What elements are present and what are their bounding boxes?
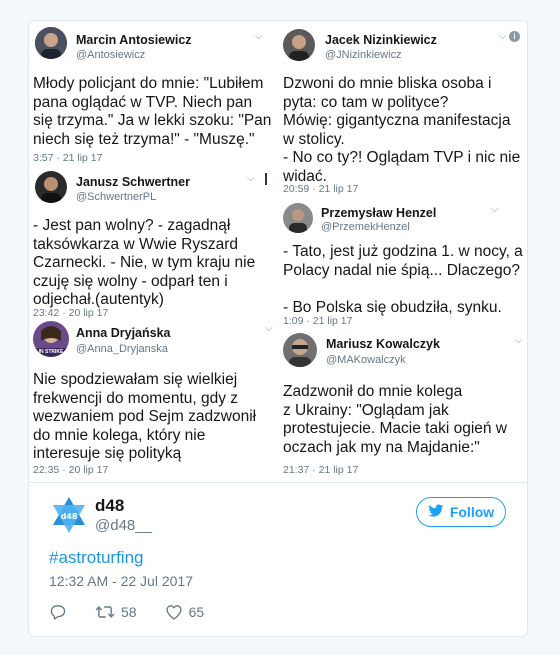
chevron-down-icon: ⌵ [255,31,263,42]
retweet-icon [95,604,115,620]
tweet-text: Nie spodziewałam się wielkiej frekwencji… [33,371,257,462]
tweet-time: 1:09 · 21 lip 17 [283,315,353,327]
chevron-down-icon: ⌵ [515,335,523,346]
author-handle: @Anna_Dryjanska [76,343,168,355]
tweet-text: - Jest pan wolny? - zagadnął taksówkarza… [33,217,256,308]
avatar [283,333,317,367]
column-separator [265,173,267,185]
tweet-text: - Tato, jest już godzina 1. w nocy, a Po… [283,243,523,316]
tweet-time: 21:37 · 21 lip 17 [283,464,359,476]
like-count: 65 [188,604,205,620]
reply-button[interactable] [49,604,67,620]
tweet-actions: 58 65 [49,601,232,623]
avatar [283,203,313,233]
tweet-time: 23:42 · 20 lip 17 [33,307,109,319]
author-name: Janusz Schwertner [76,175,190,189]
like-button[interactable]: 65 [165,604,205,620]
chevron-down-icon: ⌵ [265,323,273,334]
tweet-time: 20:59 · 21 lip 17 [283,183,359,195]
hashtag-link[interactable]: #astroturfing [49,548,144,568]
author-name: Jacek Nizinkiewicz [325,33,437,47]
author-handle: @JNizinkiewicz [325,49,402,61]
tweet-image-collage[interactable]: Marcin Antosiewicz @Antosiewicz ⌵ Młody … [29,21,527,489]
reply-icon [49,604,67,620]
avatar-badge-text: IN STRIKE [38,349,64,355]
tweet-time: 3:57 · 21 lip 17 [33,152,103,164]
follow-label: Follow [449,504,495,520]
chevron-down-icon: ⌵ [247,173,255,184]
avatar: IN STRIKE [33,321,69,357]
author-name: Przemysław Henzel [321,206,437,220]
author-name[interactable]: d48 [95,496,124,516]
author-name: Anna Dryjańska [76,326,171,340]
retweet-count: 58 [121,604,137,620]
author-handle: @SchwertnerPL [76,191,157,203]
divider [29,482,527,483]
author-handle: @Antosiewicz [76,49,146,61]
chevron-down-icon: ⌵ [499,31,507,42]
avatar [35,171,67,203]
tweet-timestamp[interactable]: 12:32 AM - 22 Jul 2017 [49,573,193,589]
tweet-text: Dzwoni do mnie bliska osoba i pyta: co t… [283,75,521,185]
author-name: Mariusz Kowalczyk [326,337,440,351]
twitter-bird-icon [428,504,444,521]
heart-icon [165,604,183,620]
tweet-card: Marcin Antosiewicz @Antosiewicz ⌵ Młody … [28,20,528,637]
retweet-button[interactable]: 58 [95,604,137,620]
author-name: Marcin Antosiewicz [76,33,192,47]
author-handle[interactable]: @d48__ [95,517,152,534]
follow-button[interactable]: Follow [416,497,506,527]
chevron-down-icon: ⌵ [491,204,499,215]
avatar [283,29,315,61]
author-avatar[interactable]: d48 [49,495,89,535]
tweet-text: Młody policjant do mnie: "Lubiłem pana o… [33,75,272,148]
author-handle: @MAKowalczyk [326,354,406,366]
svg-text:d48: d48 [61,512,78,521]
avatar [35,27,67,59]
tweet-time: 22:35 · 20 lip 17 [33,464,109,476]
info-icon: i [509,31,520,42]
author-handle: @PrzemekHenzel [321,221,410,233]
tweet-text: Zadzwonił do mnie kolega z Ukrainy: "Ogl… [283,383,508,456]
